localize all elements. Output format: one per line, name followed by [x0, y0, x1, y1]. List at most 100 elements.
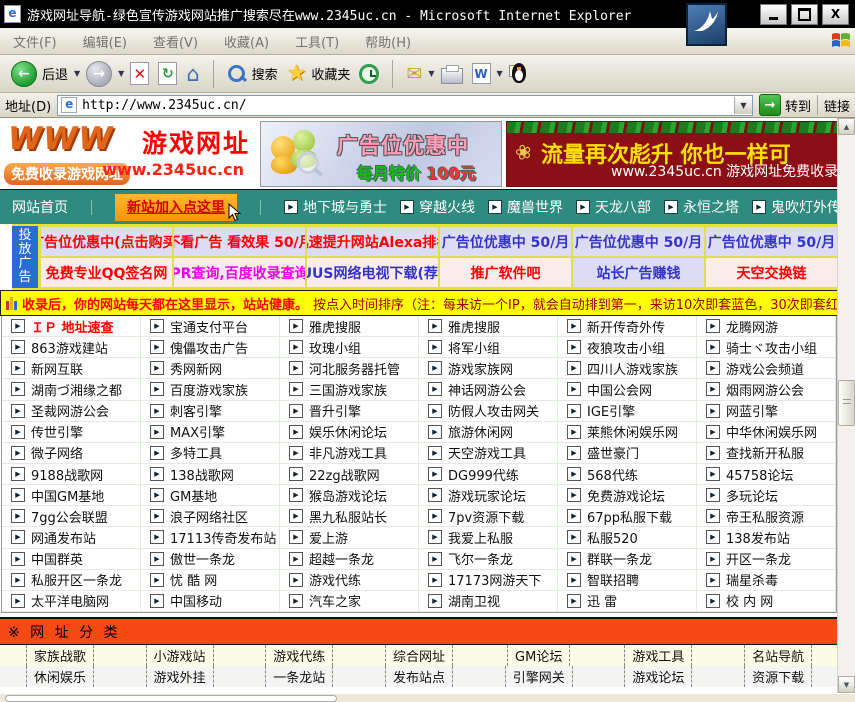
directory-link[interactable]: ▶雅虎搜服 — [419, 316, 558, 337]
directory-link[interactable]: ▶圣裁网游公会 — [2, 401, 141, 422]
directory-link[interactable]: ▶盛世豪门 — [558, 443, 697, 464]
directory-link[interactable]: ▶秀网新网 — [141, 358, 280, 379]
ad-cell-link[interactable]: 广告位优惠中 50/月 — [705, 226, 838, 257]
directory-link[interactable]: ▶浪子网络社区 — [141, 506, 280, 527]
directory-link[interactable]: ▶67pp私服下载 — [558, 506, 697, 527]
nav-game-link[interactable]: ▶天龙八部 — [576, 197, 651, 217]
directory-link[interactable]: ▶游戏公会频道 — [697, 358, 836, 379]
vertical-scrollbar[interactable]: ▲ ▼ — [837, 118, 855, 693]
ad-cell-link[interactable]: UUS网络电视下载(荐) — [306, 257, 439, 288]
directory-link[interactable]: ▶多特工具 — [141, 443, 280, 464]
directory-link[interactable]: ▶多玩论坛 — [697, 485, 836, 506]
menu-item[interactable]: 帮助(H) — [352, 32, 424, 51]
ad-cell-link[interactable]: PR查询,百度收录查询 — [173, 257, 306, 288]
directory-link[interactable]: ▶游戏玩家论坛 — [419, 485, 558, 506]
ad-cell-link[interactable]: 迅速提升网站Alexa排名 — [306, 226, 439, 257]
directory-link[interactable]: ▶湖南卫视 — [419, 591, 558, 612]
directory-link[interactable]: ▶防假人攻击网关 — [419, 401, 558, 422]
directory-link[interactable]: ▶龙腾网游 — [697, 316, 836, 337]
refresh-button[interactable]: ↻ — [155, 60, 180, 87]
print-button[interactable] — [438, 62, 466, 86]
directory-link[interactable]: ▶太平洋电脑网 — [2, 591, 141, 612]
category-link[interactable]: 一条龙站 — [265, 666, 333, 687]
directory-link[interactable]: ▶17113传奇发布站 — [141, 527, 280, 548]
directory-link[interactable]: ▶ＩＰ 地址速查 — [2, 316, 141, 337]
messenger-button[interactable] — [506, 61, 532, 87]
directory-link[interactable]: ▶GM基地 — [141, 485, 280, 506]
directory-link[interactable]: ▶汽车之家 — [280, 591, 419, 612]
directory-link[interactable]: ▶骑士ヾ攻击小组 — [697, 337, 836, 358]
mail-dropdown[interactable]: ▼ — [428, 69, 434, 78]
directory-link[interactable]: ▶湖南づ湘缘之都 — [2, 379, 141, 400]
directory-link[interactable]: ▶晋升引擎 — [280, 401, 419, 422]
category-link[interactable]: 游戏外挂 — [146, 666, 214, 687]
directory-link[interactable]: ▶群联一条龙 — [558, 549, 697, 570]
directory-link[interactable]: ▶17173网游天下 — [419, 570, 558, 591]
menu-item[interactable]: 查看(V) — [140, 32, 211, 51]
directory-link[interactable]: ▶忧 酷 网 — [141, 570, 280, 591]
directory-link[interactable]: ▶三国游戏家族 — [280, 379, 419, 400]
directory-link[interactable]: ▶游戏代练 — [280, 570, 419, 591]
scrollbar-thumb[interactable] — [838, 380, 855, 426]
nav-game-link[interactable]: ▶穿越火线 — [400, 197, 475, 217]
directory-link[interactable]: ▶138发布站 — [697, 527, 836, 548]
directory-link[interactable]: ▶私服开区一条龙 — [2, 570, 141, 591]
directory-link[interactable]: ▶IGE引擎 — [558, 401, 697, 422]
search-button[interactable]: 搜索 — [224, 62, 281, 86]
directory-link[interactable]: ▶网蓝引擎 — [697, 401, 836, 422]
banner-left-ad[interactable]: WWW 免费收录游戏网址 游戏网址 www.2345uc.cn — [2, 121, 256, 187]
ad-cell-link[interactable]: 免费专业QQ签名网 — [40, 257, 173, 288]
category-link[interactable]: 小游戏站 — [146, 645, 214, 666]
back-button[interactable]: ← 后退 — [8, 59, 71, 89]
directory-link[interactable]: ▶烟雨网游公会 — [697, 379, 836, 400]
directory-link[interactable]: ▶138战歌网 — [141, 464, 280, 485]
category-link[interactable]: 游戏工具 — [624, 645, 692, 666]
directory-link[interactable]: ▶查找新开私服 — [697, 443, 836, 464]
directory-link[interactable]: ▶微子网络 — [2, 443, 141, 464]
directory-link[interactable]: ▶猴岛游戏论坛 — [280, 485, 419, 506]
back-dropdown[interactable]: ▼ — [74, 69, 80, 78]
directory-link[interactable]: ▶私服520 — [558, 527, 697, 548]
directory-link[interactable]: ▶智联招聘 — [558, 570, 697, 591]
stop-button[interactable]: ✕ — [127, 60, 152, 87]
ad-cell-link[interactable]: 广告位优惠中(点击购买) — [40, 226, 173, 257]
edit-word-button[interactable]: W — [469, 61, 494, 86]
category-link[interactable]: 家族战歌 — [26, 645, 94, 666]
forward-dropdown[interactable]: ▼ — [118, 69, 124, 78]
directory-link[interactable]: ▶9188战歌网 — [2, 464, 141, 485]
category-link[interactable]: 游戏代练 — [265, 645, 333, 666]
directory-link[interactable]: ▶神话网游公会 — [419, 379, 558, 400]
directory-link[interactable]: ▶中国公会网 — [558, 379, 697, 400]
directory-link[interactable]: ▶刺客引擎 — [141, 401, 280, 422]
mail-button[interactable]: ✉ — [403, 63, 425, 85]
category-link[interactable]: 综合网址 — [385, 645, 453, 666]
nav-game-link[interactable]: ▶魔兽世界 — [488, 197, 563, 217]
ad-cell-link[interactable]: 广告位优惠中 50/月 — [572, 226, 705, 257]
favorites-button[interactable]: ★ 收藏夹 — [284, 62, 354, 86]
menu-item[interactable]: 工具(T) — [282, 32, 352, 51]
directory-link[interactable]: ▶新网互联 — [2, 358, 141, 379]
directory-link[interactable]: ▶玫瑰小组 — [280, 337, 419, 358]
directory-link[interactable]: ▶7pv资源下载 — [419, 506, 558, 527]
directory-link[interactable]: ▶河北服务器托管 — [280, 358, 419, 379]
category-link[interactable]: 资源下载 — [744, 666, 812, 687]
category-link[interactable]: 名站导航 — [744, 645, 812, 666]
directory-link[interactable]: ▶新开传奇外传 — [558, 316, 697, 337]
directory-link[interactable]: ▶中国移动 — [141, 591, 280, 612]
directory-link[interactable]: ▶7gg公会联盟 — [2, 506, 141, 527]
directory-link[interactable]: ▶飞尔一条龙 — [419, 549, 558, 570]
nav-game-link[interactable]: ▶永恒之塔 — [664, 197, 739, 217]
ad-cell-link[interactable]: 天空交换链 — [705, 257, 838, 288]
directory-link[interactable]: ▶娱乐休闲论坛 — [280, 422, 419, 443]
directory-link[interactable]: ▶黑九私服站长 — [280, 506, 419, 527]
directory-link[interactable]: ▶瑞星杀毒 — [697, 570, 836, 591]
directory-link[interactable]: ▶傲世一条龙 — [141, 549, 280, 570]
join-site-button[interactable]: 新站加入点这里 — [115, 194, 237, 221]
edit-dropdown[interactable]: ▼ — [497, 69, 503, 78]
directory-link[interactable]: ▶校 内 网 — [697, 591, 836, 612]
directory-link[interactable]: ▶百度游戏家族 — [141, 379, 280, 400]
directory-link[interactable]: ▶四川人游戏家族 — [558, 358, 697, 379]
links-label[interactable]: 链接 — [824, 96, 850, 115]
category-link[interactable]: 发布站点 — [385, 666, 453, 687]
directory-link[interactable]: ▶中国GM基地 — [2, 485, 141, 506]
